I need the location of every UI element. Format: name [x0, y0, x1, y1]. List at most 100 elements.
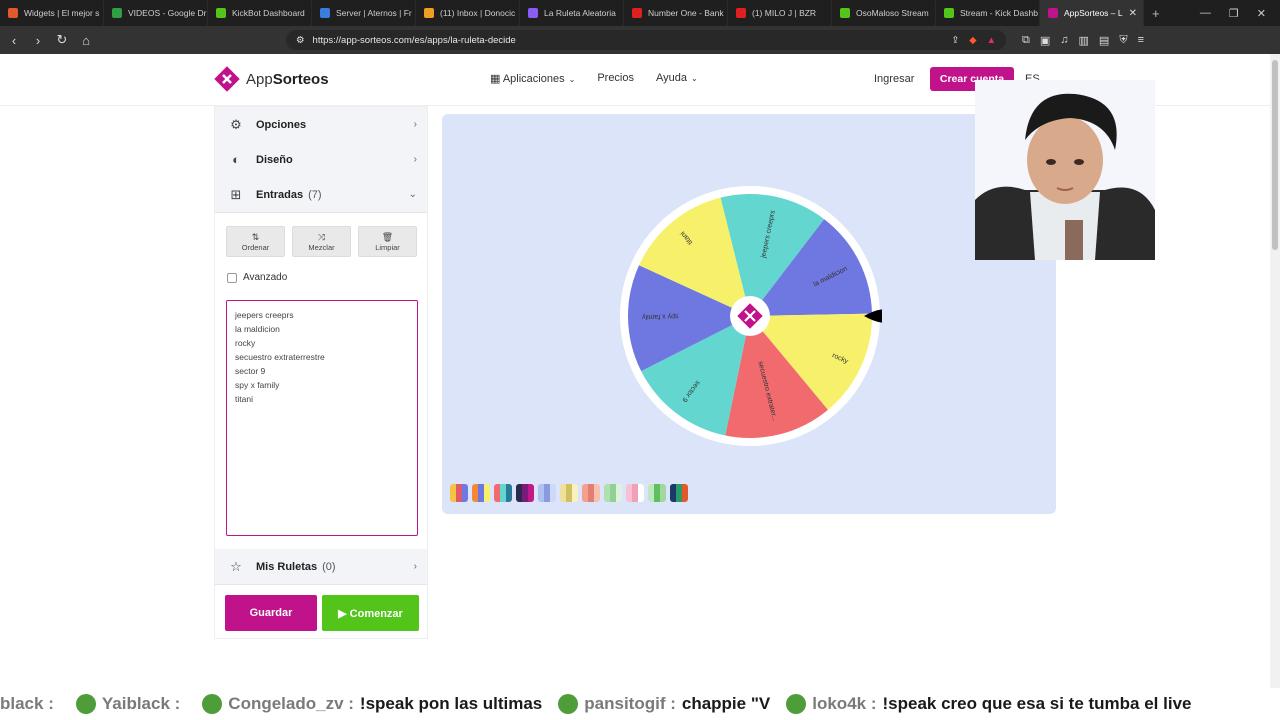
entry-line: titani	[235, 394, 253, 404]
address-bar[interactable]: ⚙ https://app-sorteos.com/es/apps/la-rul…	[286, 30, 1006, 50]
maximize-icon[interactable]: ❐	[1229, 7, 1239, 20]
wheel-peg	[823, 215, 828, 220]
extension-icon[interactable]: ⧉	[1022, 34, 1030, 47]
emote-icon	[558, 694, 579, 714]
nav-aplicaciones[interactable]: ▦ Aplicaciones ⌄	[490, 72, 575, 85]
browser-tab-bar: + — ❐ ✕ Widgets | El mejor s VIDEOS - Goo…	[0, 0, 1280, 26]
button-label: Mezclar	[308, 242, 335, 252]
scrollbar-thumb[interactable]	[1272, 60, 1278, 250]
browser-tab[interactable]: Stream - Kick Dashb	[936, 0, 1040, 26]
share-icon[interactable]: ⇪	[951, 35, 959, 46]
palette-swatch[interactable]	[604, 484, 622, 502]
close-tab-icon[interactable]: ✕	[1129, 8, 1137, 19]
limpiar-button[interactable]: 🗑 Limpiar	[358, 226, 417, 257]
forward-icon[interactable]: ›	[28, 33, 48, 48]
mezclar-button[interactable]: ⤨ Mezclar	[292, 226, 351, 257]
nav-ayuda[interactable]: Ayuda ⌄	[656, 72, 698, 85]
wheel-peg	[635, 262, 640, 267]
guardar-button[interactable]: Guardar	[225, 595, 317, 631]
rewards-icon[interactable]: ▲	[987, 35, 996, 46]
palette-swatch[interactable]	[538, 484, 556, 502]
gift-icon: ⊞	[230, 186, 242, 202]
avanzado-option[interactable]: Avanzado	[227, 272, 287, 283]
wheel-peg	[718, 193, 723, 198]
palette-swatch[interactable]	[494, 484, 512, 502]
ordenar-button[interactable]: ⇅ Ordenar	[226, 226, 285, 257]
site-info-icon[interactable]: ⚙	[296, 35, 305, 46]
accordion-label: Diseño	[256, 153, 293, 166]
brand-name: AppSorteos	[246, 70, 329, 88]
tab-label: (1) MILO J | BZR	[752, 8, 817, 18]
browser-tab[interactable]: Server | Aternos | Fr	[312, 0, 416, 26]
entries-textarea[interactable]: jeepers creeprs la maldicion rocky secuestr…	[226, 300, 418, 536]
avanzado-checkbox[interactable]	[227, 272, 237, 283]
browser-tab[interactable]: Widgets | El mejor s	[0, 0, 104, 26]
accordion-diseno[interactable]: ◐ Diseño ›	[215, 142, 427, 178]
chevron-down-icon: ⌄	[568, 75, 576, 84]
emote-icon	[75, 694, 96, 714]
palette-swatch[interactable]	[626, 484, 644, 502]
menu-icon[interactable]: ≡	[1138, 34, 1144, 47]
wallet-icon[interactable]: ▤	[1099, 34, 1109, 47]
gear-icon: ⚙	[230, 116, 242, 132]
star-icon: ☆	[230, 558, 242, 574]
chat-message: chappie "V	[681, 694, 771, 713]
main-nav: ▦ Aplicaciones ⌄ Precios Ayuda ⌄	[490, 72, 698, 85]
tab-favicon-icon	[944, 8, 954, 18]
browser-tab[interactable]: VIDEOS - Google Dr	[104, 0, 208, 26]
roulette-wheel[interactable]: jeepers creeprsla maldicionrockysecuestr…	[618, 184, 882, 448]
accordion-mis-ruletas[interactable]: ☆ Mis Ruletas (0) ›	[215, 549, 427, 585]
tab-favicon-icon	[216, 8, 226, 18]
accordion-entradas[interactable]: ⊞ Entradas (7) ⌄	[215, 177, 427, 213]
browser-tab[interactable]: (11) Inbox | Donocic	[416, 0, 520, 26]
chevron-down-icon: ⌄	[408, 189, 417, 200]
accordion-opciones[interactable]: ⚙ Opciones ›	[215, 107, 427, 143]
media-icon[interactable]: ♫	[1060, 34, 1068, 47]
entry-line: la maldicion	[235, 324, 280, 334]
tab-favicon-icon	[528, 8, 538, 18]
browser-tab[interactable]: Number One - Bank	[624, 0, 728, 26]
chat-username: pansitogif :	[584, 694, 676, 713]
tab-label: AppSorteos – L	[1064, 8, 1123, 18]
brave-shield-icon[interactable]: ◆	[969, 35, 976, 46]
tab-favicon-icon	[424, 8, 434, 18]
minimize-icon[interactable]: —	[1200, 7, 1211, 20]
wheel-peg	[637, 370, 642, 375]
palette-swatch[interactable]	[516, 484, 534, 502]
close-window-icon[interactable]: ✕	[1257, 7, 1266, 20]
back-icon[interactable]: ‹	[4, 33, 24, 48]
page-scrollbar[interactable]	[1270, 54, 1280, 688]
screenshot-icon[interactable]: ▣	[1040, 34, 1050, 47]
login-link[interactable]: Ingresar	[874, 73, 914, 85]
nav-precios[interactable]: Precios	[597, 72, 634, 85]
browser-tab[interactable]: La Ruleta Aleatoria	[520, 0, 624, 26]
reload-icon[interactable]: ↻	[52, 32, 72, 48]
browser-tab[interactable]: AppSorteos – L ✕	[1040, 0, 1144, 26]
emote-icon	[202, 694, 223, 714]
tab-label: La Ruleta Aleatoria	[544, 8, 616, 18]
appsorteos-logo[interactable]: AppSorteos	[214, 66, 329, 92]
chat-username: black :	[0, 694, 54, 713]
browser-tab[interactable]: (1) MILO J | BZR	[728, 0, 832, 26]
entry-line: rocky	[235, 338, 256, 348]
palette-swatch[interactable]	[560, 484, 578, 502]
comenzar-button[interactable]: ▶ Comenzar	[322, 595, 419, 631]
tab-favicon-icon	[736, 8, 746, 18]
sort-icon: ⇅	[251, 231, 260, 242]
sidebar-icon[interactable]: ▥	[1079, 34, 1089, 47]
palette-swatch[interactable]	[450, 484, 468, 502]
palette-swatch[interactable]	[472, 484, 490, 502]
palette-swatch[interactable]	[670, 484, 688, 502]
browser-tab[interactable]: KickBot Dashboard	[208, 0, 312, 26]
chevron-right-icon: ›	[413, 119, 417, 130]
chat-ticker: black : Yaiblack : Congelado_zv : !speak po…	[0, 688, 1280, 720]
streamer-image	[975, 80, 1155, 260]
home-icon[interactable]: ⌂	[76, 33, 96, 48]
new-tab-button[interactable]: +	[1144, 6, 1168, 21]
vpn-icon[interactable]: ⛨	[1119, 34, 1127, 47]
palette-swatch[interactable]	[582, 484, 600, 502]
emote-icon	[786, 694, 807, 714]
browser-tab[interactable]: OsoMaloso Stream	[832, 0, 936, 26]
tab-favicon-icon	[8, 8, 18, 18]
palette-swatch[interactable]	[648, 484, 666, 502]
